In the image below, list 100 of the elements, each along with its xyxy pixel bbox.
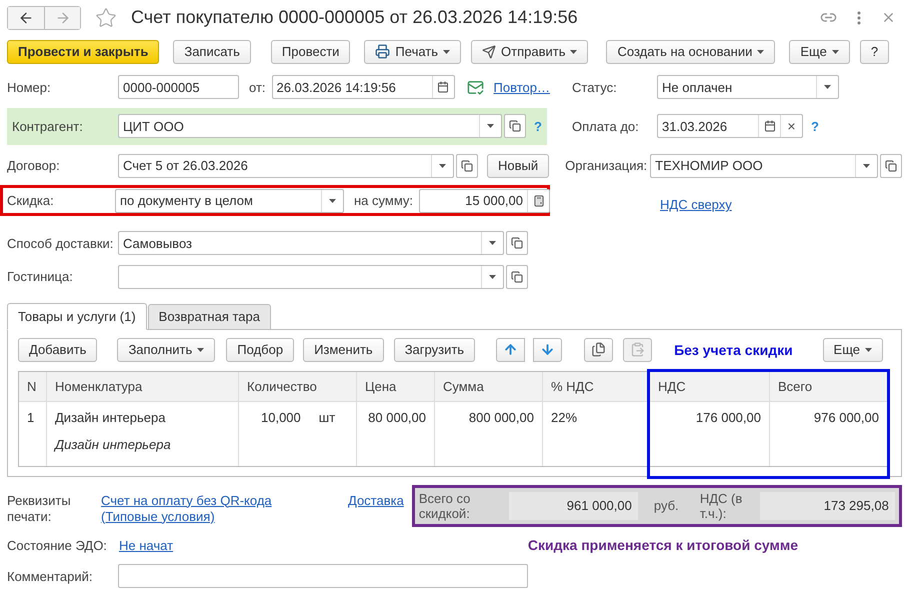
column-header: N xyxy=(26,378,38,396)
menu-button[interactable]: Еще xyxy=(822,338,883,362)
toolbar-button[interactable]: Загрузить xyxy=(394,338,476,362)
caret-icon xyxy=(863,164,870,168)
help-link[interactable]: ? xyxy=(811,118,819,134)
table-cell: 976 000,00 xyxy=(814,410,879,425)
tab[interactable]: Возвратная тара xyxy=(148,304,271,330)
caret-icon xyxy=(439,164,446,168)
field-label: Комментарий: xyxy=(7,568,94,584)
select-field[interactable]: ЦИТ ООО xyxy=(118,114,502,138)
table-cell: 800 000,00 xyxy=(468,410,534,425)
toolbar-button[interactable]: Добавить xyxy=(18,338,98,362)
open-icon xyxy=(885,160,898,172)
table-cell: 176 000,00 xyxy=(696,410,761,425)
open-icon xyxy=(461,160,473,172)
select-field[interactable]: Самовывоз xyxy=(118,231,504,256)
column-header: Цена xyxy=(356,372,434,401)
repeat-link[interactable]: Повтор… xyxy=(494,80,550,95)
arrow-down-icon xyxy=(540,342,556,358)
print-button[interactable]: Печать xyxy=(364,40,462,64)
field-label: Договор: xyxy=(7,158,61,174)
down-button[interactable] xyxy=(533,338,562,362)
caret-icon xyxy=(489,274,496,279)
new-button[interactable]: Новый xyxy=(487,154,550,178)
select-field[interactable]: Не оплачен xyxy=(657,75,839,100)
totals-label: Всего со скидкой: xyxy=(418,490,472,521)
window-title: Счет покупателю 0000-000005 от 26.03.2026 14:19:56 xyxy=(131,7,579,28)
table-cell: 22% xyxy=(551,410,578,425)
open-button[interactable] xyxy=(456,154,478,178)
table-cell: шт xyxy=(318,410,336,425)
date-field[interactable]: 31.03.2026 × xyxy=(657,114,803,138)
annotation-text: Без учета скидки xyxy=(674,342,793,358)
input-field[interactable]: 0000-000005 xyxy=(118,75,239,100)
menu-button[interactable]: Заполнить xyxy=(117,338,216,362)
select-field[interactable]: ТЕХНОМИР ООО xyxy=(650,154,878,178)
field-label: от: xyxy=(249,80,266,95)
open-icon xyxy=(511,270,523,283)
select-field[interactable] xyxy=(118,264,504,289)
toolbar-button[interactable]: Провести xyxy=(270,40,350,64)
caret-icon xyxy=(487,124,494,128)
open-button[interactable] xyxy=(504,114,526,138)
print-form-link[interactable]: Доставка xyxy=(348,484,404,508)
open-button[interactable] xyxy=(506,231,528,256)
select-field[interactable]: по документу в целом xyxy=(115,188,344,213)
copy-icon xyxy=(591,342,606,358)
caret-icon xyxy=(197,348,204,352)
caret-icon xyxy=(443,50,450,54)
up-button[interactable] xyxy=(496,338,526,362)
field-label: Организация: xyxy=(565,158,648,174)
calculator-icon xyxy=(532,194,545,207)
edo-status-link[interactable]: Не начат xyxy=(119,538,174,553)
back-button[interactable] xyxy=(8,6,44,29)
column-header: % НДС xyxy=(542,372,649,401)
table-cell: Дизайн интерьера xyxy=(55,410,166,425)
clear-button[interactable]: × xyxy=(780,115,802,138)
column-header: НДС xyxy=(649,372,769,401)
column-header: Сумма xyxy=(434,372,542,401)
field-label: на сумму: xyxy=(354,193,414,208)
caret-icon xyxy=(824,85,831,90)
post-and-close-button[interactable]: Провести и закрыть xyxy=(7,40,160,64)
copy-button[interactable] xyxy=(584,338,614,362)
menu-button[interactable]: Создать на основании xyxy=(606,40,776,64)
totals-label: НДС (в т.ч.): xyxy=(700,490,744,521)
tab[interactable]: Товары и услуги (1) xyxy=(7,302,147,330)
field-label: Реквизиты печати: xyxy=(7,492,72,525)
total-value: 961 000,00 xyxy=(508,492,638,520)
send-button[interactable]: Отправить xyxy=(471,40,588,64)
print-form-link[interactable]: Счет на оплату без QR-кода (Типовые условия) xyxy=(101,484,331,525)
date-field[interactable]: 26.03.2026 14:19:56 xyxy=(272,75,455,100)
menu-button[interactable]: Еще xyxy=(789,40,850,64)
comment-field[interactable] xyxy=(118,564,528,588)
caret-icon xyxy=(832,50,839,54)
column-header: Номенклатура xyxy=(46,372,238,401)
table-cell: Дизайн интерьера xyxy=(55,436,171,452)
caret-icon xyxy=(329,198,336,203)
caret-icon xyxy=(757,50,764,54)
toolbar-button[interactable]: Записать xyxy=(173,40,251,64)
currency-label: руб. xyxy=(652,498,680,514)
field-label: Состояние ЭДО: xyxy=(7,538,108,553)
amount-field[interactable]: 15 000,00 xyxy=(419,188,550,213)
open-button[interactable] xyxy=(506,264,528,289)
open-button[interactable] xyxy=(880,154,902,178)
more-button[interactable] xyxy=(857,10,861,25)
field-label: Номер: xyxy=(7,80,52,95)
vat-link[interactable]: НДС сверху xyxy=(660,197,732,212)
calendar-icon xyxy=(764,120,776,132)
star-icon xyxy=(95,6,117,29)
toolbar-button[interactable]: Подбор xyxy=(226,338,294,362)
toolbar-button[interactable]: ? xyxy=(860,40,890,64)
toolbar-button[interactable]: Изменить xyxy=(303,338,384,362)
field-label: Контрагент: xyxy=(11,118,84,134)
select-field[interactable]: Счет 5 от 26.03.2026 xyxy=(118,154,454,178)
table-cell: 80 000,00 xyxy=(368,410,426,425)
more-icon xyxy=(857,10,861,25)
column-header: Всего xyxy=(769,372,887,401)
paste-icon xyxy=(630,342,646,358)
field-label: Гостиница: xyxy=(7,269,74,284)
send-icon xyxy=(482,44,496,59)
printer-icon xyxy=(375,44,390,60)
field-label: Оплата до: xyxy=(572,118,640,134)
